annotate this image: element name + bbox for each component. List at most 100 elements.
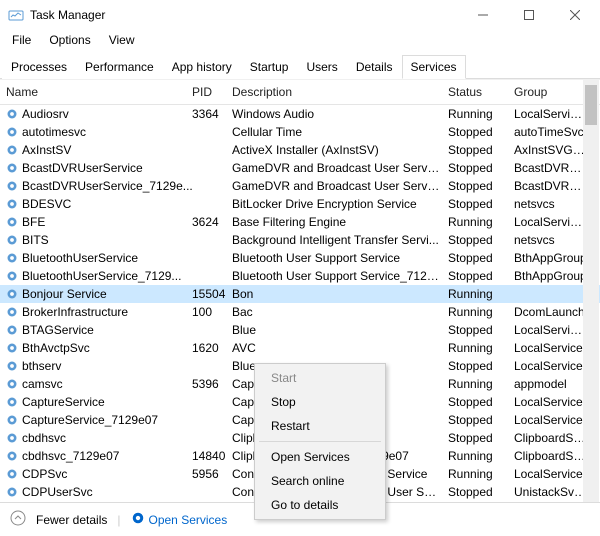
service-name: BTAGService — [22, 323, 94, 337]
table-row[interactable]: BTAGServiceBlueStoppedLocalServiceN... — [0, 321, 600, 339]
table-row[interactable]: Audiosrv3364Windows AudioRunningLocalSer… — [0, 105, 600, 123]
service-status: Stopped — [448, 413, 514, 427]
context-stop[interactable]: Stop — [257, 390, 383, 414]
tab-performance[interactable]: Performance — [76, 55, 163, 79]
service-status: Stopped — [448, 161, 514, 175]
service-description: GameDVR and Broadcast User Service — [232, 161, 448, 175]
service-pid: 5396 — [192, 377, 232, 391]
column-pid[interactable]: PID — [192, 85, 232, 99]
table-row[interactable]: autotimesvcCellular TimeStoppedautoTimeS… — [0, 123, 600, 141]
title-bar: Task Manager — [0, 0, 600, 30]
table-row[interactable]: BDESVCBitLocker Drive Encryption Service… — [0, 195, 600, 213]
column-name[interactable]: Name — [6, 85, 192, 99]
service-status: Running — [448, 377, 514, 391]
service-icon — [6, 396, 18, 408]
maximize-button[interactable] — [506, 0, 552, 30]
service-group: BthAppGroup — [514, 269, 594, 283]
table-row[interactable]: BrokerInfrastructure100BacRunningDcomLau… — [0, 303, 600, 321]
service-icon — [6, 378, 18, 390]
minimize-button[interactable] — [460, 0, 506, 30]
service-description: Bon — [232, 287, 448, 301]
service-status: Running — [448, 341, 514, 355]
service-icon — [6, 306, 18, 318]
service-icon — [6, 180, 18, 192]
column-description[interactable]: Description — [232, 85, 448, 99]
service-pid: 1620 — [192, 341, 232, 355]
service-group: LocalService — [514, 341, 594, 355]
service-status: Running — [448, 215, 514, 229]
context-search-online[interactable]: Search online — [257, 469, 383, 493]
close-button[interactable] — [552, 0, 598, 30]
service-description: Bluetooth User Support Service — [232, 251, 448, 265]
open-services-link[interactable]: Open Services — [131, 511, 228, 528]
service-description: Background Intelligent Transfer Servi... — [232, 233, 448, 247]
column-group[interactable]: Group — [514, 85, 594, 99]
menu-view[interactable]: View — [101, 31, 143, 49]
table-row[interactable]: BcastDVRUserService_7129e...GameDVR and … — [0, 177, 600, 195]
table-row[interactable]: BluetoothUserServiceBluetooth User Suppo… — [0, 249, 600, 267]
vertical-scrollbar[interactable] — [583, 79, 599, 502]
service-status: Running — [448, 467, 514, 481]
window-title: Task Manager — [30, 8, 105, 22]
service-pid: 3624 — [192, 215, 232, 229]
table-row[interactable]: BluetoothUserService_7129...Bluetooth Us… — [0, 267, 600, 285]
table-row[interactable]: BFE3624Base Filtering EngineRunningLocal… — [0, 213, 600, 231]
services-panel: Name PID Description Status Group Audios… — [0, 79, 600, 502]
column-status[interactable]: Status — [448, 85, 514, 99]
service-icon — [6, 450, 18, 462]
service-group: appmodel — [514, 377, 594, 391]
service-icon — [6, 108, 18, 120]
menu-file[interactable]: File — [4, 31, 39, 49]
service-status: Stopped — [448, 359, 514, 373]
service-description: GameDVR and Broadcast User Servic... — [232, 179, 448, 193]
table-row[interactable]: BthAvctpSvc1620AVCRunningLocalService — [0, 339, 600, 357]
service-status: Stopped — [448, 269, 514, 283]
tab-processes[interactable]: Processes — [2, 55, 76, 79]
service-name: Bonjour Service — [22, 287, 107, 301]
service-status: Stopped — [448, 125, 514, 139]
service-description: Base Filtering Engine — [232, 215, 448, 229]
service-description: Cellular Time — [232, 125, 448, 139]
service-icon — [6, 126, 18, 138]
table-row[interactable]: Bonjour Service15504BonRunning — [0, 285, 600, 303]
service-icon — [6, 342, 18, 354]
service-name: BFE — [22, 215, 45, 229]
service-icon — [6, 432, 18, 444]
service-pid: 5956 — [192, 467, 232, 481]
context-open-services[interactable]: Open Services — [257, 445, 383, 469]
service-group: AxInstSVGroup — [514, 143, 594, 157]
service-description: Bac — [232, 305, 448, 319]
service-status: Stopped — [448, 431, 514, 445]
service-description: Windows Audio — [232, 107, 448, 121]
service-status: Stopped — [448, 233, 514, 247]
context-menu: Start Stop Restart Open Services Search … — [254, 363, 386, 520]
service-status: Stopped — [448, 323, 514, 337]
tab-users[interactable]: Users — [297, 55, 346, 79]
context-restart[interactable]: Restart — [257, 414, 383, 438]
fewer-details-link[interactable]: Fewer details — [36, 513, 107, 527]
service-group: LocalService — [514, 395, 594, 409]
table-row[interactable]: AxInstSVActiveX Installer (AxInstSV)Stop… — [0, 141, 600, 159]
context-go-to-details[interactable]: Go to details — [257, 493, 383, 517]
service-status: Running — [448, 107, 514, 121]
service-description: Blue — [232, 323, 448, 337]
service-icon — [6, 144, 18, 156]
table-row[interactable]: BITSBackground Intelligent Transfer Serv… — [0, 231, 600, 249]
service-description: Bluetooth User Support Service_7129... — [232, 269, 448, 283]
tab-startup[interactable]: Startup — [241, 55, 298, 79]
service-name: Audiosrv — [22, 107, 69, 121]
service-pid: 100 — [192, 305, 232, 319]
context-start[interactable]: Start — [257, 366, 383, 390]
service-name: cbdhsvc — [22, 431, 66, 445]
table-row[interactable]: BcastDVRUserServiceGameDVR and Broadcast… — [0, 159, 600, 177]
tab-app-history[interactable]: App history — [163, 55, 241, 79]
service-group: netsvcs — [514, 197, 594, 211]
service-status: Stopped — [448, 197, 514, 211]
menu-options[interactable]: Options — [41, 31, 98, 49]
service-name: CDPUserSvc — [22, 485, 93, 499]
scrollbar-thumb[interactable] — [585, 85, 597, 125]
tab-details[interactable]: Details — [347, 55, 402, 79]
service-group: BcastDVRUser... — [514, 161, 594, 175]
service-group: DcomLaunch — [514, 305, 594, 319]
tab-services[interactable]: Services — [402, 55, 466, 79]
